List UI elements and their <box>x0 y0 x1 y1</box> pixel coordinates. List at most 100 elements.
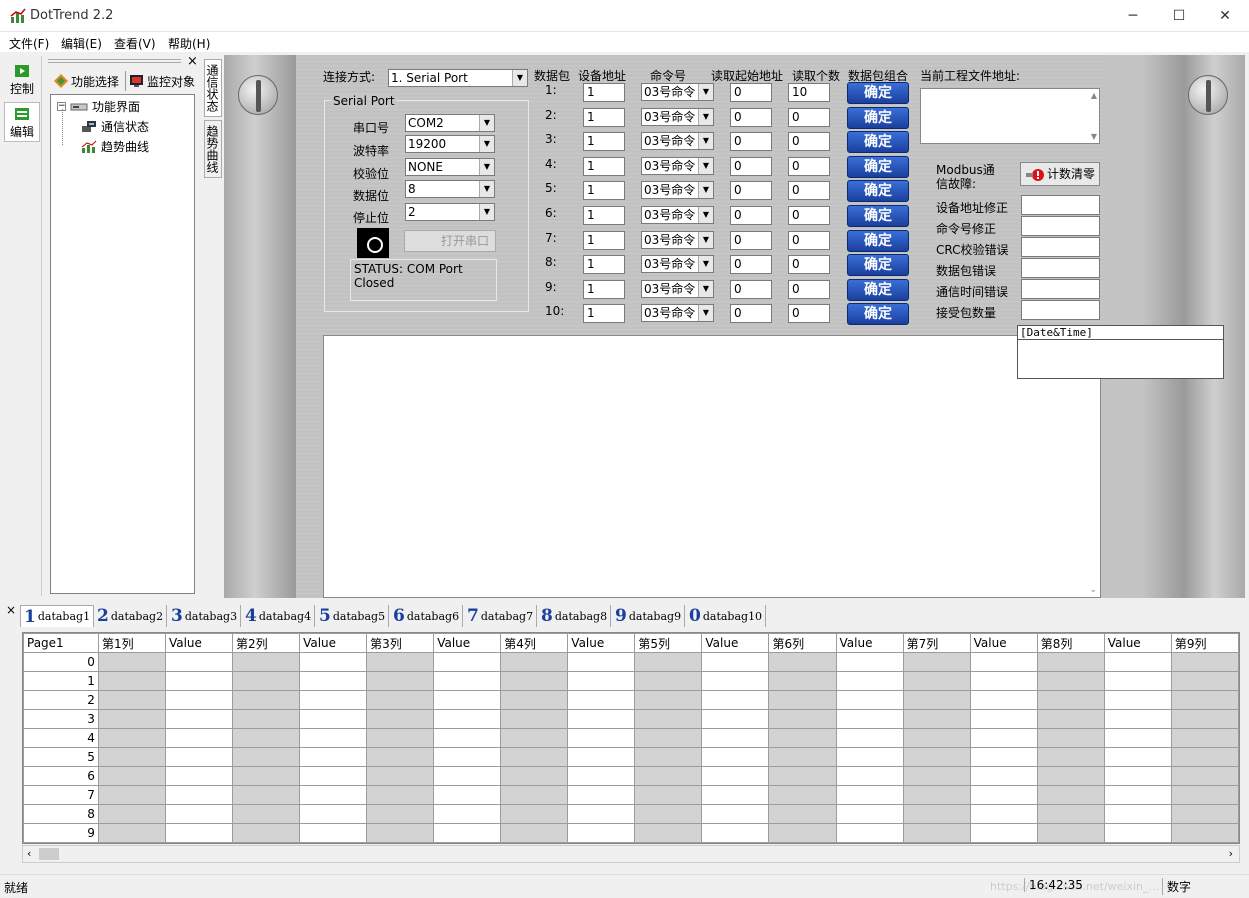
grid-cell[interactable] <box>299 728 368 748</box>
column-header[interactable]: Value <box>299 633 368 653</box>
grid-cell[interactable] <box>299 671 368 691</box>
command-select[interactable]: 03号命令 ▼ <box>641 304 714 322</box>
grid-cell[interactable] <box>768 823 837 843</box>
grid-cell[interactable] <box>902 804 971 824</box>
scroll-right-icon[interactable]: › <box>1229 847 1233 860</box>
grid-cell[interactable] <box>902 785 971 805</box>
grid-cell[interactable] <box>97 804 166 824</box>
vtab-trend-curve[interactable]: 趋势曲线 <box>204 120 222 178</box>
grid-cell[interactable] <box>232 728 301 748</box>
grid-cell[interactable] <box>902 728 971 748</box>
device-addr-input[interactable]: 1 <box>583 108 625 127</box>
grid-cell[interactable] <box>164 709 234 729</box>
column-header[interactable]: Value <box>433 633 502 653</box>
grid-cell[interactable] <box>500 785 569 805</box>
row-header[interactable]: 1 <box>23 671 99 691</box>
column-header[interactable]: 第5列 <box>634 633 703 653</box>
grid-cell[interactable] <box>768 785 837 805</box>
scroll-down-icon[interactable]: ⌄ <box>1089 585 1097 595</box>
grid-cell[interactable] <box>902 709 971 729</box>
column-header[interactable]: Value <box>701 633 770 653</box>
databag-tab[interactable]: 0 databag10 <box>686 605 767 627</box>
row-header[interactable]: 8 <box>23 804 99 824</box>
grid-cell[interactable] <box>969 823 1038 843</box>
row-header[interactable]: 2 <box>23 690 99 710</box>
grid-cell[interactable] <box>634 747 703 767</box>
grid-cell[interactable] <box>701 709 770 729</box>
grid-cell[interactable] <box>835 728 904 748</box>
grid-cell[interactable] <box>433 804 502 824</box>
databits-select[interactable]: 8 ▼ <box>405 180 495 198</box>
tree-item-comm-status[interactable]: 通信状态 <box>81 118 149 135</box>
grid-cell[interactable] <box>567 747 636 767</box>
grid-cell[interactable] <box>969 747 1038 767</box>
grid-cell[interactable] <box>567 690 636 710</box>
column-header[interactable]: Value <box>164 633 234 653</box>
grid-cell[interactable] <box>1170 785 1239 805</box>
grid-cell[interactable] <box>97 728 166 748</box>
column-header[interactable]: 第4列 <box>500 633 569 653</box>
grid-cell[interactable] <box>1036 652 1105 672</box>
grid-cell[interactable] <box>969 728 1038 748</box>
grid-cell[interactable] <box>366 766 435 786</box>
grid-cell[interactable] <box>902 652 971 672</box>
databag-tab[interactable]: 9 databag9 <box>612 605 686 627</box>
grid-cell[interactable] <box>768 728 837 748</box>
column-header[interactable]: 第9列 <box>1170 633 1239 653</box>
row-header[interactable]: 6 <box>23 766 99 786</box>
grid-cell[interactable] <box>500 766 569 786</box>
device-addr-input[interactable]: 1 <box>583 132 625 151</box>
grid-cell[interactable] <box>232 823 301 843</box>
count-input[interactable]: 0 <box>788 132 830 151</box>
grid-cell[interactable] <box>701 747 770 767</box>
grid-cell[interactable] <box>299 785 368 805</box>
grid-cell[interactable] <box>567 728 636 748</box>
grid-cell[interactable] <box>366 785 435 805</box>
grid-cell[interactable] <box>1036 690 1105 710</box>
grid-cell[interactable] <box>1170 804 1239 824</box>
grid-cell[interactable] <box>567 785 636 805</box>
grid-cell[interactable] <box>835 747 904 767</box>
grid-cell[interactable] <box>1036 728 1105 748</box>
grid-cell[interactable] <box>1170 709 1239 729</box>
grid-cell[interactable] <box>500 823 569 843</box>
grid-cell[interactable] <box>969 804 1038 824</box>
grid-cell[interactable] <box>835 671 904 691</box>
grid-cell[interactable] <box>701 804 770 824</box>
count-input[interactable]: 0 <box>788 280 830 299</box>
grid-cell[interactable] <box>164 823 234 843</box>
confirm-button[interactable]: 确定 <box>847 156 909 178</box>
grid-cell[interactable] <box>164 671 234 691</box>
device-addr-input[interactable]: 1 <box>583 304 625 323</box>
grid-cell[interactable] <box>567 671 636 691</box>
grid-cell[interactable] <box>701 690 770 710</box>
grid-cell[interactable] <box>366 823 435 843</box>
device-addr-input[interactable]: 1 <box>583 83 625 102</box>
start-addr-input[interactable]: 0 <box>730 132 772 151</box>
device-addr-input[interactable]: 1 <box>583 206 625 225</box>
count-input[interactable]: 0 <box>788 255 830 274</box>
grid-cell[interactable] <box>1103 728 1172 748</box>
grid-cell[interactable] <box>299 766 368 786</box>
count-input[interactable]: 0 <box>788 181 830 200</box>
grid-cell[interactable] <box>768 804 837 824</box>
start-addr-input[interactable]: 0 <box>730 280 772 299</box>
port-select[interactable]: COM2 ▼ <box>405 114 495 132</box>
grid-cell[interactable] <box>768 766 837 786</box>
grid-cell[interactable] <box>433 823 502 843</box>
databag-tab[interactable]: 3 databag3 <box>168 605 242 627</box>
grid-cell[interactable] <box>164 747 234 767</box>
grid-cell[interactable] <box>969 766 1038 786</box>
command-select[interactable]: 03号命令 ▼ <box>641 83 714 101</box>
grid-cell[interactable] <box>366 747 435 767</box>
grid-cell[interactable] <box>500 804 569 824</box>
start-addr-input[interactable]: 0 <box>730 157 772 176</box>
column-header[interactable]: 第1列 <box>97 633 166 653</box>
grid-cell[interactable] <box>299 690 368 710</box>
grid-cell[interactable] <box>1170 823 1239 843</box>
grid-cell[interactable] <box>634 709 703 729</box>
row-header[interactable]: 3 <box>23 709 99 729</box>
grid-cell[interactable] <box>433 671 502 691</box>
grid-cell[interactable] <box>433 652 502 672</box>
grid-cell[interactable] <box>1036 823 1105 843</box>
